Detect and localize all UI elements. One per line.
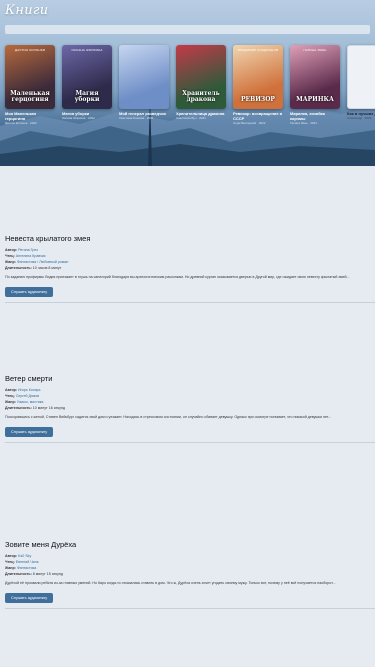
- book-title[interactable]: Зовите меня Дурёха: [5, 540, 375, 549]
- cover-author-text: ВЛАДИМИР КОНДРАШОВ: [237, 48, 279, 52]
- duration-label: Длительность:: [5, 266, 32, 270]
- author-label: Автор:: [5, 554, 18, 558]
- book-description: По заданию профирмы Лидия приезжает в гл…: [5, 275, 350, 279]
- hero-banner: Книги ДАСТИН КОЛОНЬЯ Маленькая герцогиня М…: [0, 0, 375, 166]
- author-label: Автор:: [5, 388, 18, 392]
- carousel-book-title[interactable]: Ревизор: возвращение в СССР: [233, 111, 283, 121]
- cover-author-text: ДАСТИН КОЛОНЬЯ: [14, 48, 46, 52]
- cover-title-text: МАРИНКА: [296, 96, 334, 103]
- author-link[interactable]: Ks0 Sky: [18, 554, 31, 558]
- book-cover-image[interactable]: ГАЛИНА ЛИНЬ МАРИНКА: [290, 45, 340, 109]
- cover-title-text: Хранитель дракона: [182, 90, 220, 103]
- carousel-book-author: Светлана Рыжова · 2021: [119, 116, 154, 120]
- genre-label: Жанр:: [5, 400, 16, 404]
- divider: [5, 302, 375, 303]
- carousel-book-author: Галина Линь · 2021: [290, 121, 317, 125]
- book-carousel[interactable]: ДАСТИН КОЛОНЬЯ Маленькая герцогиня Моя Мал…: [5, 45, 375, 165]
- duration-label: Длительность:: [5, 406, 32, 410]
- divider: [5, 442, 375, 443]
- search-input[interactable]: [5, 25, 370, 34]
- genre-label: Жанр:: [5, 566, 16, 570]
- app-logo[interactable]: Книги: [5, 3, 48, 18]
- genre-link[interactable]: Ужасы, мистика: [17, 400, 44, 404]
- book-title[interactable]: Невеста крылатого змея: [5, 234, 375, 243]
- carousel-book-author: Александр · 2022: [347, 116, 372, 120]
- listen-audiobook-button[interactable]: Слушать аудиокнигу: [5, 287, 54, 297]
- carousel-book-author: Оксана Жоркина · 2022: [62, 116, 95, 120]
- book-cover-image[interactable]: ДАСТИН КОЛОНЬЯ Маленькая герцогиня: [5, 45, 55, 109]
- book-duration-row: Длительность: 10 часов 8 минут: [5, 265, 375, 271]
- duration-value: 8 минут 15 секунд: [32, 572, 63, 576]
- carousel-book-author: Анастасия Буч · 2021: [176, 116, 206, 120]
- book-cover-image[interactable]: [347, 45, 375, 109]
- reader-link[interactable]: Сергей Дюков: [16, 394, 39, 398]
- carousel-book-card[interactable]: ГАЛИНА ЛИНЬ МАРИНКА Маринка, хозяйка корчм…: [290, 45, 340, 165]
- carousel-book-title[interactable]: Моя Маленькая герцогиня: [5, 111, 55, 121]
- genre-link[interactable]: Фантастика: [17, 566, 36, 570]
- book-duration-row: Длительность: 8 минут 15 секунд: [5, 571, 375, 577]
- carousel-book-author: Серж Винтеркей · 2022: [233, 121, 266, 125]
- carousel-book-author: Дастин Колонья · 2022: [5, 121, 37, 125]
- cover-title-text: Магия уборки: [74, 90, 100, 103]
- genre-link[interactable]: Фантастика / Любовный роман: [17, 260, 68, 264]
- divider: [5, 608, 375, 609]
- duration-value: 10 минут 16 секунд: [32, 406, 65, 410]
- carousel-book-title[interactable]: Маринка, хозяйка корчмы: [290, 111, 340, 121]
- author-link[interactable]: Регина Грез: [18, 248, 38, 252]
- book-cover-image[interactable]: ОКСАНА ЖОРКИНА Магия уборки: [62, 45, 112, 109]
- carousel-book-card[interactable]: Хранитель дракона Хранительница дракона Ан…: [176, 45, 226, 165]
- book-item: Зовите меня Дурёха Автор: Ks0 Sky Чтец: …: [5, 540, 375, 604]
- duration-label: Длительность:: [5, 572, 32, 576]
- genre-label: Жанр:: [5, 260, 16, 264]
- book-cover-image[interactable]: ВЛАДИМИР КОНДРАШОВ РЕВИЗОР: [233, 45, 283, 109]
- carousel-book-card[interactable]: ВЛАДИМИР КОНДРАШОВ РЕВИЗОР Ревизор: возвра…: [233, 45, 283, 165]
- duration-value: 10 часов 8 минут: [32, 266, 62, 270]
- book-item: Невеста крылатого змея Автор: Регина Гре…: [5, 234, 375, 298]
- listen-audiobook-button[interactable]: Слушать аудиокнигу: [5, 593, 54, 603]
- cover-title-text: Маленькая герцогиня: [10, 90, 50, 103]
- book-item: Ветер смерти Автор: Игорь Косарь Чтец: С…: [5, 374, 375, 438]
- reader-label: Чтец:: [5, 560, 15, 564]
- cover-title-text: РЕВИЗОР: [241, 96, 275, 103]
- book-description: Поссорившись с женой, Стивен Вейкбург са…: [5, 415, 332, 419]
- carousel-book-card[interactable]: ОКСАНА ЖОРКИНА Магия уборки Магия уборки Ок…: [62, 45, 112, 165]
- carousel-book-card[interactable]: Как в лучших домахАлександр · 2022: [347, 45, 375, 165]
- reader-link[interactable]: Евгений Чаль: [16, 560, 39, 564]
- book-duration-row: Длительность: 10 минут 16 секунд: [5, 405, 375, 411]
- reader-label: Чтец:: [5, 394, 15, 398]
- author-label: Автор:: [5, 248, 18, 252]
- cover-author-text: ОКСАНА ЖОРКИНА: [71, 48, 103, 52]
- reader-label: Чтец:: [5, 254, 15, 258]
- listen-audiobook-button[interactable]: Слушать аудиокнигу: [5, 427, 54, 437]
- book-cover-image[interactable]: [119, 45, 169, 109]
- carousel-book-card[interactable]: Мой генерал разведчик Светлана Рыжова · 2…: [119, 45, 169, 165]
- book-title[interactable]: Ветер смерти: [5, 374, 375, 383]
- carousel-book-card[interactable]: ДАСТИН КОЛОНЬЯ Маленькая герцогиня Моя Мал…: [5, 45, 55, 165]
- author-link[interactable]: Игорь Косарь: [18, 388, 40, 392]
- reader-link[interactable]: Ангелина Кравчик: [16, 254, 46, 258]
- book-description: Дурёхой её прозвали ребята из-за главных…: [5, 581, 336, 585]
- book-cover-image[interactable]: Хранитель дракона: [176, 45, 226, 109]
- cover-author-text: ГАЛИНА ЛИНЬ: [303, 48, 327, 52]
